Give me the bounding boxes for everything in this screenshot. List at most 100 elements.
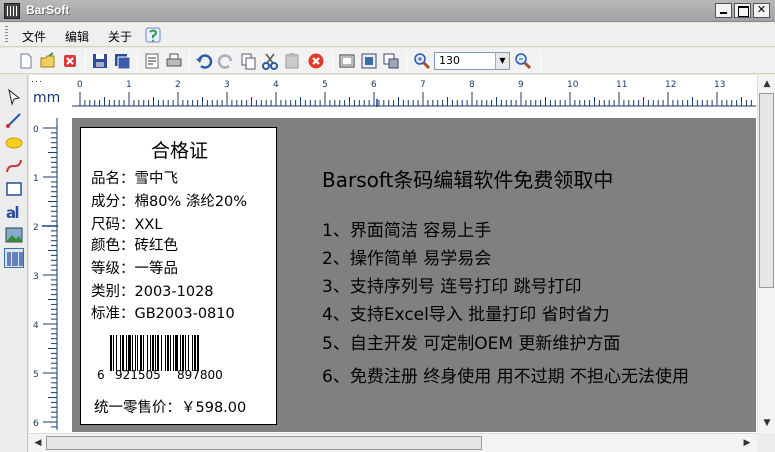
title-bar: BarSoft [0, 0, 775, 22]
rectangle-tool-icon[interactable] [4, 179, 24, 199]
help-icon[interactable] [144, 26, 162, 44]
undo-icon[interactable] [194, 51, 214, 71]
save-icon[interactable] [90, 51, 110, 71]
ruler-h-label: 0 [77, 80, 83, 90]
redo-icon[interactable] [216, 51, 236, 71]
zoom-level-value: 130 [439, 54, 460, 67]
scroll-right-icon[interactable]: ▶ [739, 435, 755, 451]
barcode-left-digits: 921505 [115, 368, 161, 382]
arrange-icon[interactable] [381, 51, 401, 71]
ruler-h-label: 7 [420, 80, 426, 90]
horizontal-scroll-thumb[interactable] [46, 436, 482, 450]
ruler-unit-label: mm [33, 90, 61, 106]
ruler-h-label: 4 [273, 80, 279, 90]
promo-title[interactable]: Barsoft条码编辑软件免费领取中 [322, 164, 613, 193]
ruler-h-label: 9 [518, 80, 524, 90]
label-line-color[interactable]: 颜色：砖红色 [91, 234, 178, 255]
toolbar-separator [406, 51, 407, 71]
menu-file[interactable]: 文件 [22, 28, 46, 45]
paste-icon[interactable] [282, 51, 302, 71]
copy-icon[interactable] [238, 51, 258, 71]
delete-icon[interactable] [306, 51, 326, 71]
curve-tool-icon[interactable] [4, 156, 24, 176]
zoom-out-icon[interactable] [513, 51, 533, 71]
line-tool-icon[interactable] [4, 110, 24, 130]
barcode[interactable] [110, 335, 230, 371]
chevron-down-icon[interactable]: ▼ [495, 53, 509, 69]
ellipse-tool-icon[interactable] [4, 133, 24, 153]
label-line-composition[interactable]: 成分：棉80% 涤纶20% [91, 190, 247, 211]
label-line-size[interactable]: 尺码：XXL [91, 213, 162, 234]
horizontal-scrollbar[interactable]: ◀ ▶ [29, 433, 757, 452]
toolbar-separator [85, 51, 86, 71]
ruler-h-label: 5 [322, 80, 328, 90]
toolbar: 130 ▼ [0, 48, 775, 74]
zoom-level-select[interactable]: 130 ▼ [434, 52, 510, 70]
barcode-first-digit: 6 [97, 368, 105, 382]
select-tool-icon[interactable] [4, 87, 24, 107]
ruler-v-label: 1 [33, 174, 39, 184]
toolbar-separator [540, 51, 541, 71]
vertical-scroll-thumb[interactable] [759, 93, 774, 288]
svg-text:a: a [6, 204, 16, 222]
vertical-ruler: 0 1 2 3 4 5 6 [33, 118, 58, 430]
promo-item[interactable]: 3、支持序列号 连号打印 跳号打印 [322, 272, 582, 297]
text-tool-icon[interactable]: a [4, 202, 24, 222]
scroll-down-icon[interactable]: ▼ [759, 415, 775, 431]
tool-palette: a [0, 75, 28, 452]
window-title: BarSoft [26, 3, 70, 17]
ruler-v-label: 5 [33, 370, 39, 380]
cut-icon[interactable] [260, 51, 280, 71]
ruler-h-label: 12 [665, 80, 676, 90]
close-doc-icon[interactable] [60, 51, 80, 71]
menu-about[interactable]: 关于 [108, 28, 132, 45]
menu-grip[interactable] [5, 26, 8, 44]
scroll-corner [757, 433, 775, 452]
close-button[interactable] [753, 3, 770, 18]
toolbar-separator [332, 51, 333, 71]
layer-icon[interactable] [359, 51, 379, 71]
image-tool-icon[interactable] [4, 225, 24, 245]
ruler-h-label: 13 [714, 80, 725, 90]
ruler-h-label: 1 [126, 80, 132, 90]
barcode-right-digits: 897800 [177, 368, 223, 382]
print-icon[interactable] [164, 51, 184, 71]
ruler-h-label: 10 [567, 80, 579, 90]
label-line-standard[interactable]: 标准：GB2003-0810 [91, 302, 235, 323]
label-line-category[interactable]: 类别：2003-1028 [91, 280, 214, 301]
menu-edit[interactable]: 编辑 [65, 28, 89, 45]
zoom-in-icon[interactable] [412, 51, 432, 71]
scroll-left-icon[interactable]: ◀ [30, 435, 46, 451]
maximize-button[interactable] [734, 3, 751, 18]
ruler-h-label: 6 [371, 80, 377, 90]
promo-item[interactable]: 6、免费注册 终身使用 用不过期 不担心无法使用 [322, 362, 689, 387]
scroll-up-icon[interactable]: ▲ [759, 76, 775, 92]
promo-item[interactable]: 4、支持Excel导入 批量打印 省时省力 [322, 300, 610, 325]
label-title[interactable]: 合格证 [81, 136, 278, 163]
vertical-scrollbar[interactable]: ▲ ▼ [757, 75, 775, 433]
ruler-v-label: 4 [33, 321, 39, 331]
ruler-h-label: 11 [616, 80, 627, 90]
ruler-v-label: 2 [33, 223, 39, 233]
ruler-h-label: 2 [175, 80, 181, 90]
grid-icon[interactable] [337, 51, 357, 71]
new-icon[interactable] [16, 51, 36, 71]
horizontal-ruler: 0 1 2 3 4 5 6 7 8 9 10 11 12 13 [72, 80, 756, 107]
save-as-icon[interactable] [112, 51, 132, 71]
properties-icon[interactable] [142, 51, 162, 71]
toolbar-separator [137, 51, 138, 71]
label-line-product[interactable]: 品名：雪中飞 [91, 167, 178, 188]
barcode-tool-icon[interactable] [4, 248, 24, 268]
app-icon [4, 3, 20, 19]
ruler-h-label: 8 [469, 80, 475, 90]
minimize-button[interactable] [715, 3, 732, 18]
open-icon[interactable] [38, 51, 58, 71]
label-line-grade[interactable]: 等级：一等品 [91, 257, 178, 278]
promo-item[interactable]: 1、界面简洁 容易上手 [322, 216, 491, 241]
promo-item[interactable]: 2、操作简单 易学易会 [322, 244, 491, 269]
retail-price[interactable]: 统一零售价：￥598.00 [94, 396, 246, 417]
toolbar-separator [189, 51, 190, 71]
promo-item[interactable]: 5、自主开发 可定制OEM 更新维护方面 [322, 329, 620, 354]
ruler-v-label: 3 [33, 272, 39, 282]
ruler-v-label: 6 [33, 419, 39, 429]
